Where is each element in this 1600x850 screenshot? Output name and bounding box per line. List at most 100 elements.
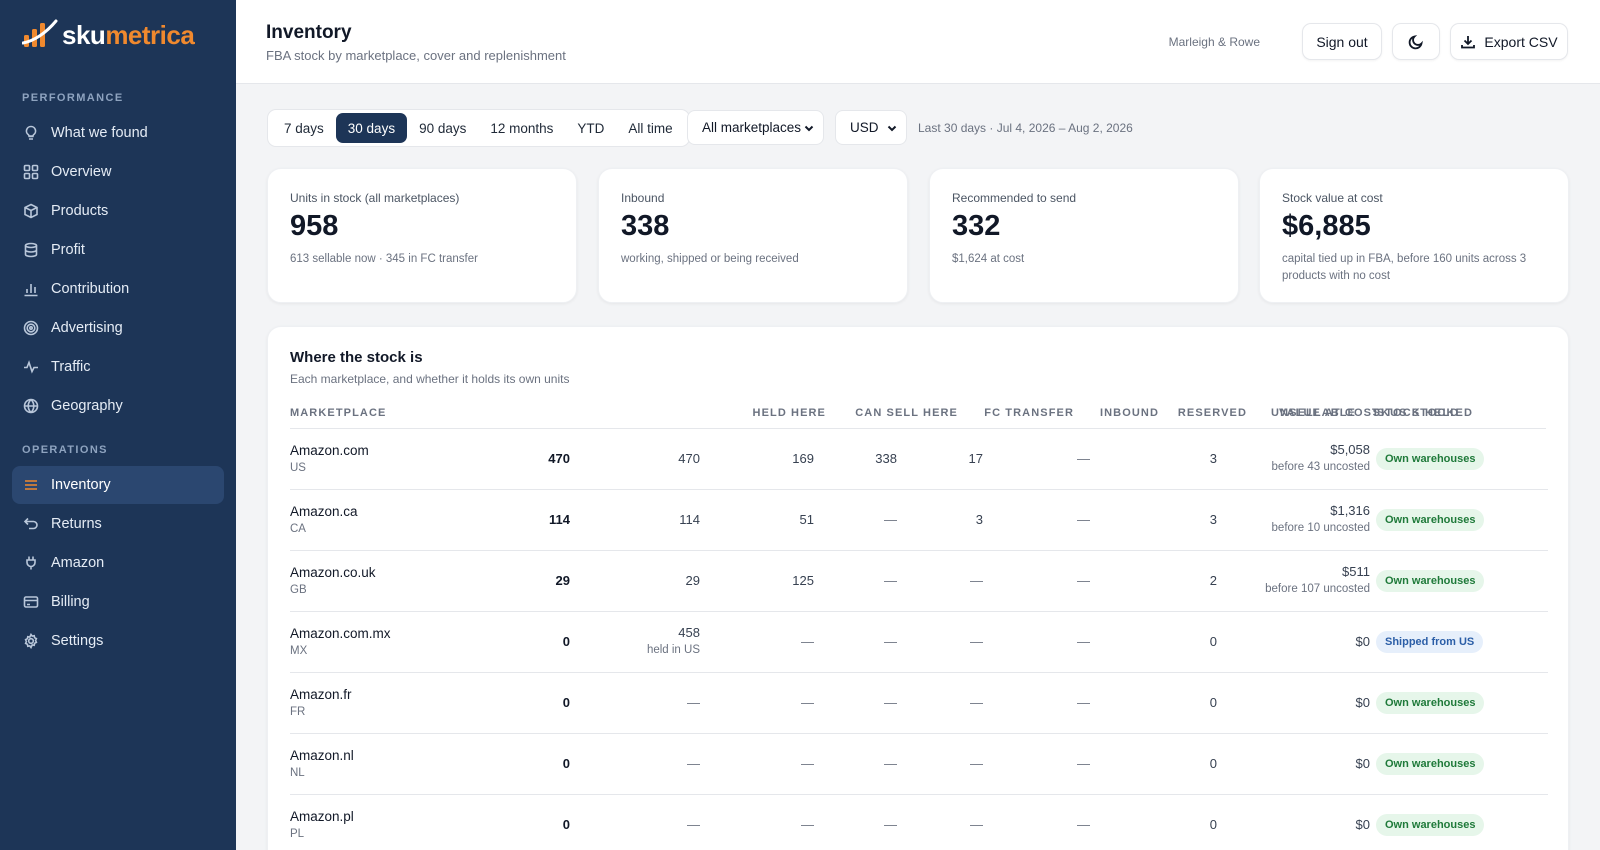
cell-unsellable: — xyxy=(1077,817,1090,832)
table-row[interactable]: Amazon.com.mx MX 0 458 held in US — — — — 0 $0 Ship… xyxy=(290,612,1548,673)
sign-out-button[interactable]: Sign out xyxy=(1302,23,1382,60)
stock-held-badge: Own warehouses xyxy=(1376,570,1485,592)
brand-name-part2: metrica xyxy=(105,19,195,50)
sidebar-item-settings[interactable]: Settings xyxy=(12,622,224,660)
column-header-value-at-cost[interactable]: VALUE AT COST xyxy=(1279,407,1380,419)
table-row[interactable]: Amazon.pl PL 0 — — — — — 0 $0 Own warehouses xyxy=(290,795,1548,850)
kpi-note: working, shipped or being received xyxy=(621,253,799,265)
sidebar-item-amazon[interactable]: Amazon xyxy=(12,544,224,582)
cell-unsellable: — xyxy=(1077,756,1090,771)
brand-logo[interactable]: skumetrica xyxy=(21,17,195,54)
cell-fc-transfer: 51 xyxy=(799,512,814,527)
column-header-marketplace[interactable]: MARKETPLACE xyxy=(290,407,386,419)
sidebar-item-traffic[interactable]: Traffic xyxy=(12,348,224,386)
plug-icon xyxy=(23,555,39,571)
table-subtitle: Each marketplace, and whether it holds i… xyxy=(290,372,570,386)
cell-can-sell-here: 458 xyxy=(678,625,700,640)
logo-bars-icon xyxy=(21,17,60,54)
column-header-fc-transfer[interactable]: FC TRANSFER xyxy=(984,407,1074,419)
account-name: Marleigh & Rowe xyxy=(1168,35,1260,49)
sidebar-item-label: Settings xyxy=(51,633,104,649)
cell-reserved: 3 xyxy=(975,512,983,527)
cell-held-here: 470 xyxy=(548,451,570,466)
range-90-days[interactable]: 90 days xyxy=(407,113,478,143)
cell-fc-transfer: — xyxy=(801,817,814,832)
lightbulb-icon xyxy=(23,125,39,141)
stock-held-badge: Own warehouses xyxy=(1376,509,1485,531)
theme-toggle-button[interactable] xyxy=(1392,23,1440,60)
marketplace-code: MX xyxy=(290,645,308,657)
cell-reserved: — xyxy=(970,573,983,588)
cell-value-at-cost-note: before 43 uncosted xyxy=(1271,461,1370,473)
table-row[interactable]: Amazon.com US 470 470 169 338 17 — 3 $5,058 before… xyxy=(290,429,1548,490)
range-all-time[interactable]: All time xyxy=(616,113,684,143)
sidebar-item-what-we-found[interactable]: What we found xyxy=(12,114,224,152)
currency-select[interactable]: USD xyxy=(835,110,907,145)
sidebar-item-products[interactable]: Products xyxy=(12,192,224,230)
nav-section-performance: PERFORMANCE xyxy=(22,92,124,104)
kpi-label: Units in stock (all marketplaces) xyxy=(290,191,460,205)
sidebar-item-billing[interactable]: Billing xyxy=(12,583,224,621)
marketplace-code: CA xyxy=(290,523,306,535)
column-header-inbound[interactable]: INBOUND xyxy=(1100,407,1159,419)
column-header-stock-held[interactable]: STOCK HELD xyxy=(1377,407,1459,419)
sidebar-item-geography[interactable]: Geography xyxy=(12,387,224,425)
table-row[interactable]: Amazon.ca CA 114 114 51 — 3 — 3 $1,316 before 10 u… xyxy=(290,490,1548,551)
range-30-days[interactable]: 30 days xyxy=(335,113,408,143)
sidebar-item-label: What we found xyxy=(51,125,148,141)
table-row[interactable]: Amazon.nl NL 0 — — — — — 0 $0 Own warehouses xyxy=(290,734,1548,795)
table-row[interactable]: Amazon.co.uk GB 29 29 125 — — — 2 $511 before 107 … xyxy=(290,551,1548,612)
column-header-held-here[interactable]: HELD HERE xyxy=(753,407,826,419)
marketplace-name: Amazon.com.mx xyxy=(290,626,391,641)
sidebar-item-label: Geography xyxy=(51,398,123,414)
cell-reserved: — xyxy=(970,756,983,771)
cell-value-at-cost-note: before 107 uncosted xyxy=(1265,583,1370,595)
cell-skus-stocked: 2 xyxy=(1209,573,1217,588)
range-12-months[interactable]: 12 months xyxy=(478,113,565,143)
kpi-value: 338 xyxy=(621,210,670,242)
sidebar-item-overview[interactable]: Overview xyxy=(12,153,224,191)
sidebar-item-advertising[interactable]: Advertising xyxy=(12,309,224,347)
cell-inbound: 338 xyxy=(875,451,897,466)
marketplace-select[interactable]: All marketplaces xyxy=(687,110,824,145)
card-icon xyxy=(23,594,39,610)
sidebar-item-returns[interactable]: Returns xyxy=(12,505,224,543)
table-title: Where the stock is xyxy=(290,349,423,366)
sidebar-item-label: Traffic xyxy=(51,359,91,375)
export-csv-button[interactable]: Export CSV xyxy=(1450,23,1568,60)
range-ytd[interactable]: YTD xyxy=(565,113,616,143)
kpi-note: capital tied up in FBA, before 160 units… xyxy=(1282,253,1527,282)
cell-unsellable: — xyxy=(1077,573,1090,588)
page-title: Inventory xyxy=(266,22,352,43)
marketplace-code: US xyxy=(290,462,306,474)
cell-skus-stocked: 3 xyxy=(1209,451,1217,466)
cell-value-at-cost: $5,058 xyxy=(1330,442,1370,457)
page-header: Inventory FBA stock by marketplace, cove… xyxy=(236,0,1600,84)
sidebar-item-label: Billing xyxy=(51,594,90,610)
cell-can-sell-here: — xyxy=(687,756,700,771)
marketplace-name: Amazon.pl xyxy=(290,809,354,824)
marketplace-select-value: All marketplaces xyxy=(702,120,802,135)
column-header-reserved[interactable]: RESERVED xyxy=(1178,407,1247,419)
grid-icon xyxy=(23,164,39,180)
sidebar-item-label: Products xyxy=(51,203,109,219)
cell-skus-stocked: 0 xyxy=(1209,756,1217,771)
export-csv-label: Export CSV xyxy=(1484,33,1558,50)
cell-unsellable: — xyxy=(1077,451,1090,466)
table-row[interactable]: Amazon.fr FR 0 — — — — — 0 $0 Own warehouses xyxy=(290,673,1548,734)
bar-chart-icon xyxy=(23,281,39,297)
return-icon xyxy=(23,516,39,532)
kpi-stock-value-at-cost: Stock value at cost $6,885 capital tied … xyxy=(1259,168,1569,303)
cell-fc-transfer: — xyxy=(801,695,814,710)
sidebar-item-label: Advertising xyxy=(51,320,123,336)
cell-value-at-cost: $0 xyxy=(1355,756,1370,771)
column-header-can-sell-here[interactable]: CAN SELL HERE xyxy=(855,407,958,419)
range-7-days[interactable]: 7 days xyxy=(272,113,336,143)
sidebar-item-profit[interactable]: Profit xyxy=(12,231,224,269)
cell-value-at-cost: $0 xyxy=(1355,817,1370,832)
sidebar-item-contribution[interactable]: Contribution xyxy=(12,270,224,308)
cell-value-at-cost: $0 xyxy=(1355,695,1370,710)
stock-by-marketplace-table: Where the stock is Each marketplace, and… xyxy=(267,326,1569,850)
cell-reserved: — xyxy=(970,634,983,649)
sidebar-item-inventory[interactable]: Inventory xyxy=(12,466,224,504)
